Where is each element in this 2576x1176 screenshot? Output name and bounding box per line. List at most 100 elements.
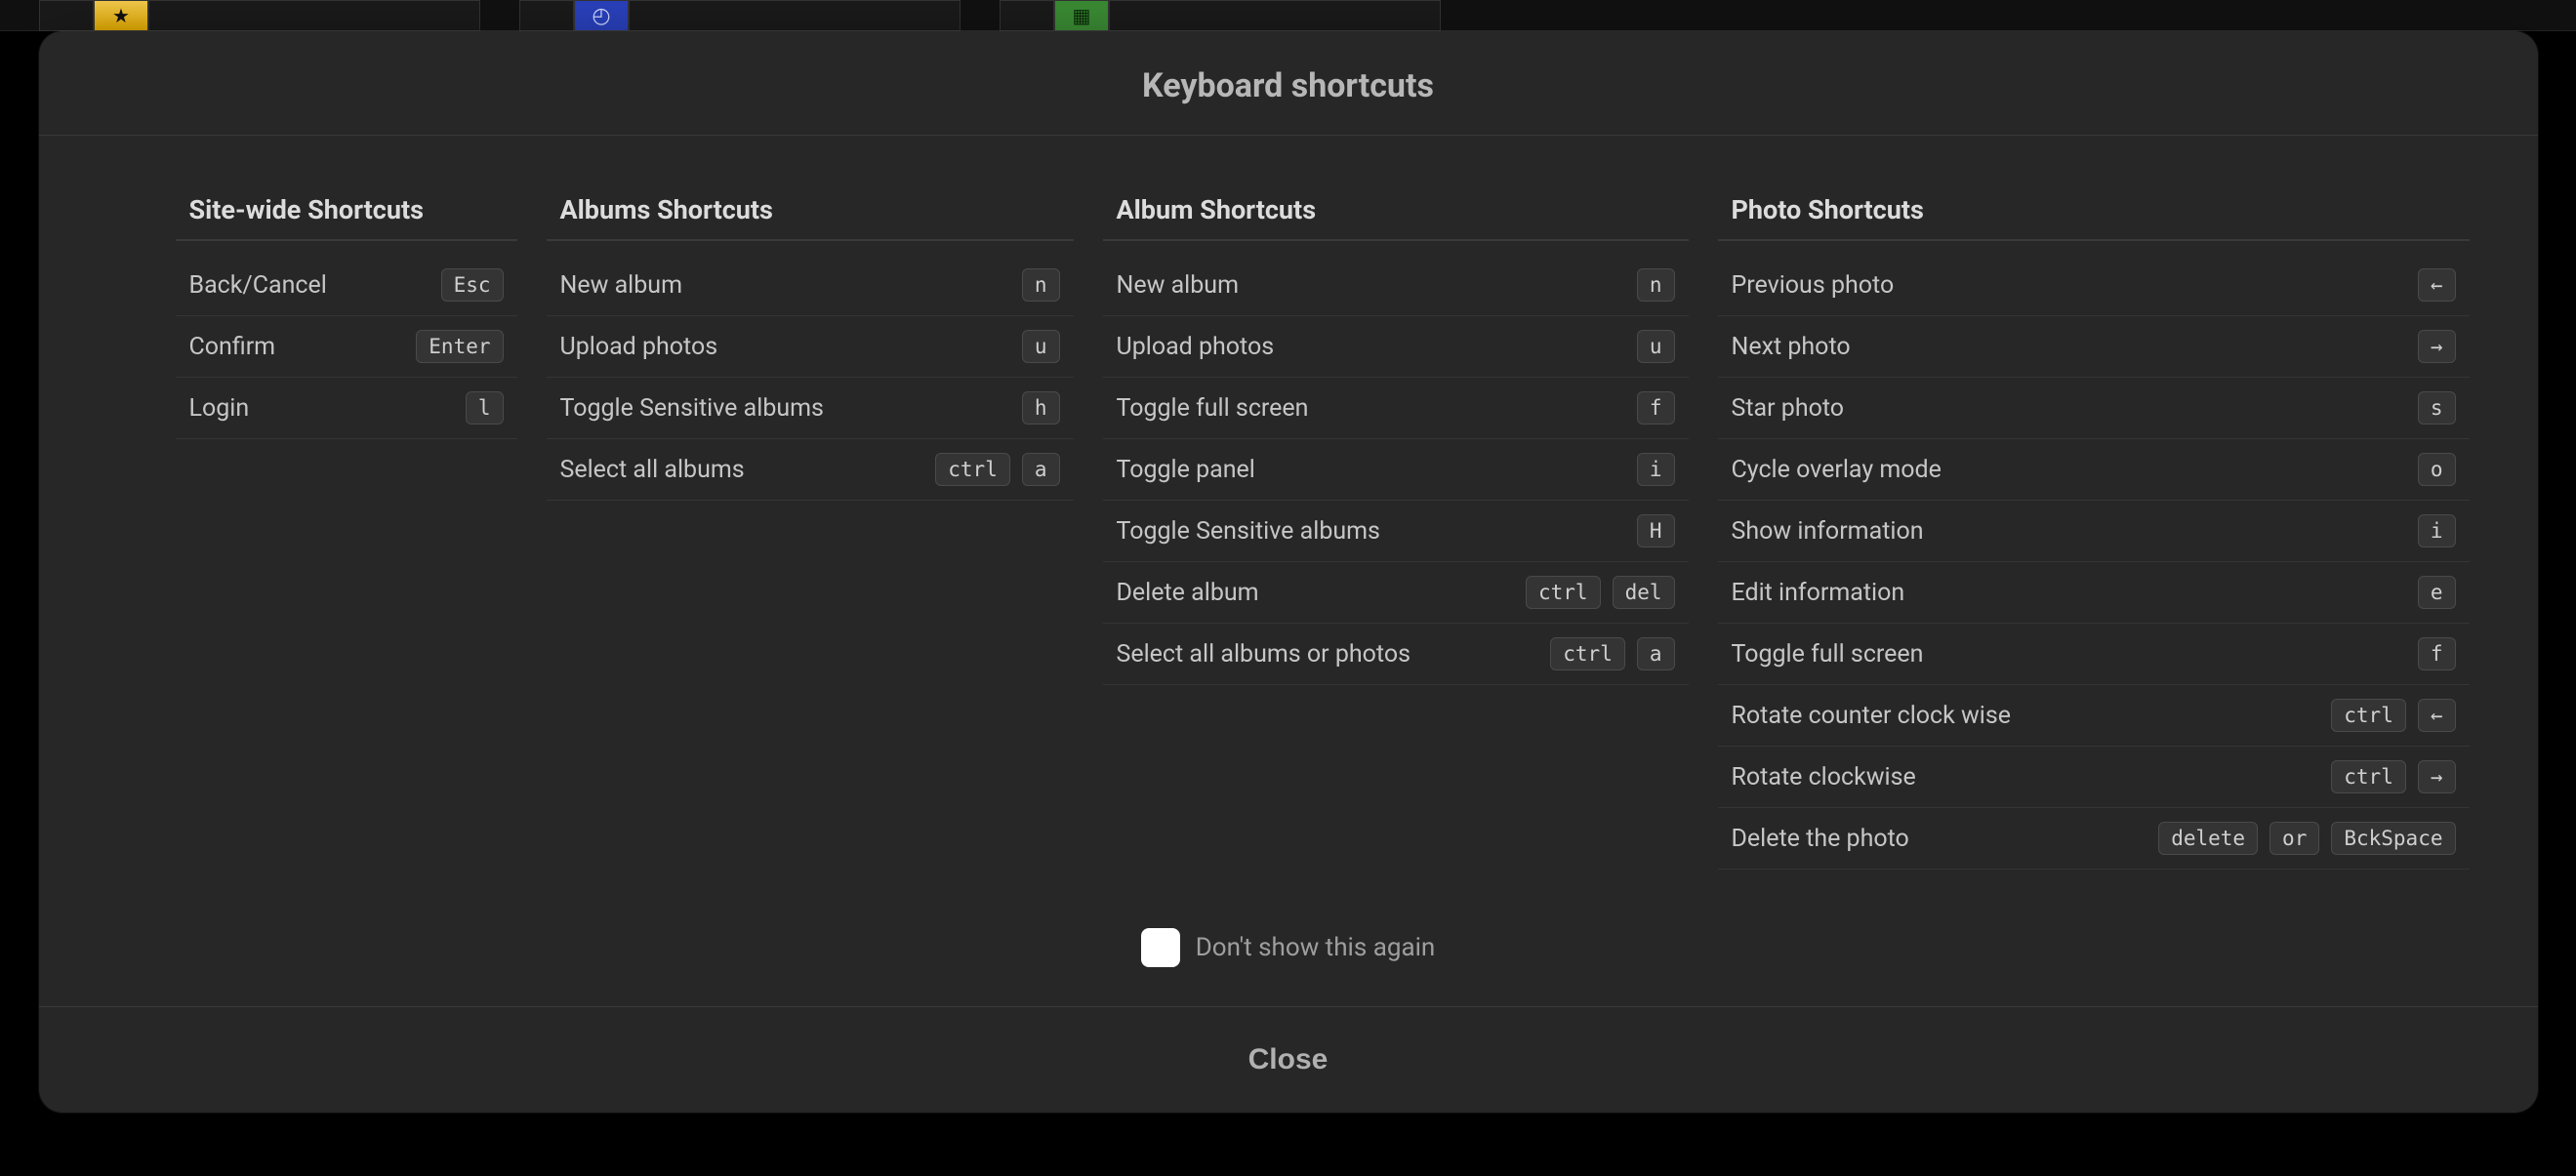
shortcut-keys: → <box>2418 330 2456 363</box>
shortcut-action: Toggle full screen <box>1117 394 1309 423</box>
keyboard-shortcuts-modal: Keyboard shortcuts Site-wide ShortcutsBa… <box>39 31 2538 1113</box>
key-badge: s <box>2418 391 2456 425</box>
shortcut-action: New album <box>1117 271 1240 300</box>
shortcut-row: Show information i <box>1718 501 2470 562</box>
key-badge: ctrl <box>2331 699 2406 732</box>
key-badge: n <box>1637 268 1675 302</box>
shortcut-action: Delete album <box>1117 579 1259 607</box>
key-badge: ctrl <box>935 453 1010 486</box>
key-badge: f <box>1637 391 1675 425</box>
shortcut-row: Edit information e <box>1718 562 2470 624</box>
column-title: Site-wide Shortcuts <box>176 194 517 241</box>
shortcut-action: Cycle overlay mode <box>1732 456 1942 484</box>
shortcut-keys: f <box>1637 391 1675 425</box>
shortcut-action: Star photo <box>1732 394 1845 423</box>
shortcut-row: Toggle panel i <box>1103 439 1689 501</box>
shortcut-keys: ← <box>2418 268 2456 302</box>
shortcut-row: Back/CancelEsc <box>176 255 517 316</box>
key-badge: f <box>2418 637 2456 670</box>
shortcut-keys: ctrl ← <box>2331 699 2455 732</box>
key-badge: u <box>1022 330 1060 363</box>
shortcut-action: Upload photos <box>1117 333 1275 361</box>
shortcut-keys: l <box>466 391 504 425</box>
key-badge: Enter <box>416 330 503 363</box>
shortcut-keys: u <box>1637 330 1675 363</box>
shortcut-keys: Enter <box>416 330 503 363</box>
key-badge: ctrl <box>1526 576 1601 609</box>
shortcut-keys: n <box>1637 268 1675 302</box>
shortcut-row: New album n <box>547 255 1074 316</box>
shortcut-keys: ctrla <box>1550 637 1674 670</box>
shortcut-action: Previous photo <box>1732 271 1895 300</box>
shortcut-action: Upload photos <box>560 333 718 361</box>
key-badge: BckSpace <box>2331 822 2455 855</box>
key-badge: h <box>1022 391 1060 425</box>
shortcut-keys: i <box>1637 453 1675 486</box>
shortcut-keys: n <box>1022 268 1060 302</box>
shortcut-row: Star photo s <box>1718 378 2470 439</box>
shortcut-action: Edit information <box>1732 579 1905 607</box>
key-badge: → <box>2418 330 2456 363</box>
modal-overlay: Keyboard shortcuts Site-wide ShortcutsBa… <box>0 0 2576 1176</box>
column-title: Albums Shortcuts <box>547 194 1074 241</box>
key-badge: i <box>2418 514 2456 547</box>
column-title: Photo Shortcuts <box>1718 194 2470 241</box>
key-badge: or <box>2269 822 2319 855</box>
shortcut-row: Confirm Enter <box>176 316 517 378</box>
shortcut-action: Confirm <box>189 333 276 361</box>
shortcut-row: Rotate counter clock wisectrl← <box>1718 685 2470 747</box>
key-badge: u <box>1637 330 1675 363</box>
shortcut-row: Cycle overlay mode o <box>1718 439 2470 501</box>
shortcut-row: Toggle full screen f <box>1718 624 2470 685</box>
shortcut-keys: s <box>2418 391 2456 425</box>
shortcut-keys: Esc <box>441 268 504 302</box>
shortcut-row: Rotate clockwise ctrl→ <box>1718 747 2470 808</box>
shortcut-row: Select all albums or photosctrla <box>1103 624 1689 685</box>
shortcut-row: Select all albums ctrla <box>547 439 1074 501</box>
shortcut-keys: ctrl→ <box>2331 760 2455 793</box>
key-badge: del <box>1613 576 1675 609</box>
shortcut-action: Login <box>189 394 250 423</box>
shortcut-keys: u <box>1022 330 1060 363</box>
shortcut-action: Delete the photo <box>1732 825 1909 853</box>
shortcut-column: Album ShortcutsNew albumnUpload photosuT… <box>1103 194 1689 870</box>
shortcut-keys: ctrla <box>935 453 1059 486</box>
shortcut-keys: f <box>2418 637 2456 670</box>
close-button[interactable]: Close <box>1243 1042 1334 1077</box>
shortcut-action: New album <box>560 271 683 300</box>
key-badge: l <box>466 391 504 425</box>
shortcut-action: Toggle Sensitive albums <box>1117 517 1380 546</box>
shortcut-row: Toggle full screen f <box>1103 378 1689 439</box>
key-badge: ← <box>2418 699 2456 732</box>
key-badge: n <box>1022 268 1060 302</box>
shortcut-row: Delete album ctrldel <box>1103 562 1689 624</box>
shortcut-action: Toggle panel <box>1117 456 1255 484</box>
key-badge: e <box>2418 576 2456 609</box>
shortcut-keys: e <box>2418 576 2456 609</box>
dont-show-again-checkbox[interactable] <box>1141 928 1180 967</box>
shortcut-action: Rotate clockwise <box>1732 763 1916 791</box>
key-badge: i <box>1637 453 1675 486</box>
key-badge: Esc <box>441 268 504 302</box>
key-badge: ← <box>2418 268 2456 302</box>
key-badge: H <box>1637 514 1675 547</box>
shortcut-row: Toggle Sensitive albumsh <box>547 378 1074 439</box>
shortcut-action: Show information <box>1732 517 1924 546</box>
key-badge: delete <box>2158 822 2258 855</box>
shortcut-column: Albums Shortcuts New album n Upload photos u… <box>547 194 1074 870</box>
shortcut-row: Upload photos u <box>547 316 1074 378</box>
shortcut-action: Toggle full screen <box>1732 640 1924 669</box>
dont-show-again-label: Don't show this again <box>1196 933 1436 962</box>
key-badge: a <box>1022 453 1060 486</box>
shortcut-keys: h <box>1022 391 1060 425</box>
shortcut-keys: delete or BckSpace <box>2158 822 2455 855</box>
key-badge: ctrl <box>1550 637 1625 670</box>
shortcut-column: Site-wide ShortcutsBack/CancelEscConfirm… <box>176 194 517 870</box>
shortcut-row: Upload photos u <box>1103 316 1689 378</box>
key-badge: o <box>2418 453 2456 486</box>
shortcut-row: Next photo→ <box>1718 316 2470 378</box>
key-badge: ctrl <box>2331 760 2406 793</box>
shortcut-keys: ctrldel <box>1526 576 1675 609</box>
shortcut-action: Select all albums <box>560 456 745 484</box>
shortcut-column: Photo Shortcuts Previous photo ← Next photo… <box>1718 194 2470 870</box>
